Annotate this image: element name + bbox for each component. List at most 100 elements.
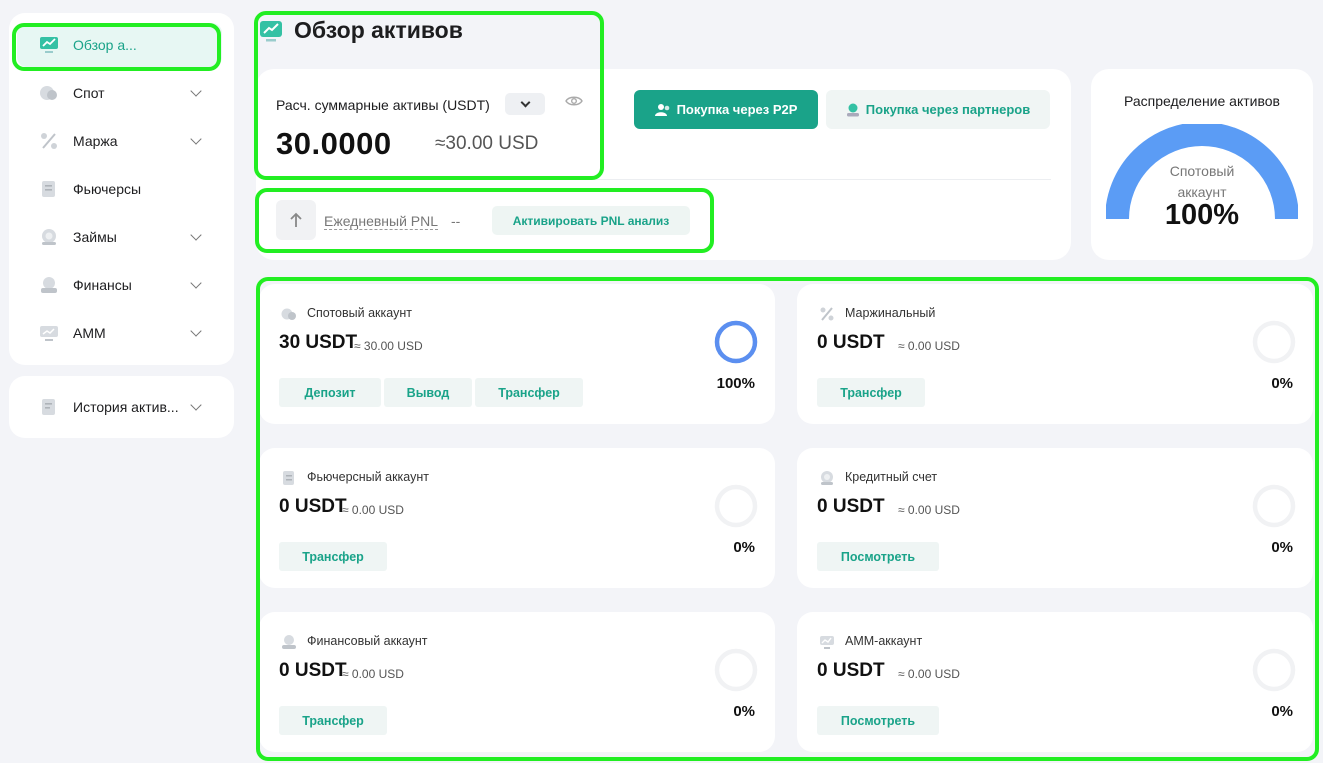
account-usd: ≈ 30.00 USD <box>354 339 423 353</box>
total-assets-label: Расч. суммарные активы (USDT) <box>276 97 490 113</box>
chart-icon <box>39 36 59 54</box>
account-action-button[interactable]: Трансфер <box>475 378 583 407</box>
account-usd: ≈ 0.00 USD <box>342 667 404 681</box>
account-actions: Трансфер <box>279 706 387 735</box>
sidebar-item-finance[interactable]: Финансы <box>9 263 234 307</box>
account-percent: 0% <box>1271 539 1293 556</box>
account-value: 0 USDT <box>817 496 885 517</box>
finance-icon <box>281 634 297 650</box>
account-action-button[interactable]: Трансфер <box>279 706 387 735</box>
distribution-label-line1: Спотовый <box>1169 163 1235 179</box>
account-action-button[interactable]: Посмотреть <box>817 542 939 571</box>
account-share-ring <box>714 648 758 692</box>
sidebar-item-loans[interactable]: Займы <box>9 215 234 259</box>
chevron-down-icon <box>520 97 530 107</box>
account-usd: ≈ 0.00 USD <box>898 503 960 517</box>
account-share-ring <box>714 484 758 528</box>
account-card: Кредитный счет 0 USDT ≈ 0.00 USD Посмотреть… <box>797 448 1313 588</box>
percent-icon <box>39 132 59 150</box>
coins-icon <box>281 306 297 322</box>
distribution-account-label: Спотовый аккаунт <box>1091 161 1313 203</box>
account-action-button[interactable]: Посмотреть <box>817 706 939 735</box>
account-name: AMM-аккаунт <box>845 634 923 648</box>
buy-p2p-button[interactable]: Покупка через P2P <box>634 90 818 129</box>
sidebar-item-label: AMM <box>73 325 106 341</box>
sidebar-history: История актив... <box>9 376 234 438</box>
currency-select[interactable] <box>505 93 545 115</box>
total-assets-value: 30.0000 <box>276 126 392 161</box>
account-action-button[interactable]: Трансфер <box>279 542 387 571</box>
account-share-ring <box>714 320 758 364</box>
sidebar-item-futures[interactable]: Фьючерсы <box>9 167 234 211</box>
daily-pnl-value: -- <box>451 213 461 229</box>
partner-icon <box>846 103 859 116</box>
account-name: Фьючерсный аккаунт <box>307 470 429 484</box>
account-share-ring <box>1252 648 1296 692</box>
sidebar-item-label: История актив... <box>73 399 179 415</box>
account-percent: 100% <box>716 375 755 392</box>
percent-icon <box>819 306 835 322</box>
account-value: 0 USDT <box>279 660 347 681</box>
account-actions: Посмотреть <box>817 542 939 571</box>
account-percent: 0% <box>1271 703 1293 720</box>
chevron-down-icon <box>190 399 202 411</box>
sidebar-item-amm[interactable]: AMM <box>9 311 234 355</box>
document-icon <box>39 180 59 198</box>
arrow-up-icon <box>276 200 316 240</box>
buy-partner-button[interactable]: Покупка через партнеров <box>826 90 1050 129</box>
daily-pnl-label[interactable]: Ежедневный PNL <box>324 213 439 230</box>
total-assets-card: Расч. суммарные активы (USDT) 30.0000 ≈3… <box>256 69 1071 260</box>
buy-p2p-label: Покупка через P2P <box>676 102 798 117</box>
account-percent: 0% <box>733 539 755 556</box>
sidebar-item-label: Финансы <box>73 277 132 293</box>
eye-icon[interactable] <box>565 95 583 107</box>
history-icon <box>39 398 59 416</box>
distribution-percent: 100% <box>1164 199 1240 231</box>
sidebar-item-label: Маржа <box>73 133 118 149</box>
sidebar-item-history[interactable]: История актив... <box>9 385 234 429</box>
buy-partner-label: Покупка через партнеров <box>865 102 1031 117</box>
account-usd: ≈ 0.00 USD <box>342 503 404 517</box>
chevron-down-icon <box>190 325 202 337</box>
account-value: 0 USDT <box>817 332 885 353</box>
account-value: 0 USDT <box>817 660 885 681</box>
account-usd: ≈ 0.00 USD <box>898 667 960 681</box>
sidebar-item-label: Спот <box>73 85 105 101</box>
sidebar-item-margin[interactable]: Маржа <box>9 119 234 163</box>
account-value: 0 USDT <box>279 496 347 517</box>
distribution-title: Распределение активов <box>1124 93 1280 109</box>
account-card: Финансовый аккаунт 0 USDT ≈ 0.00 USD Трансф… <box>259 612 775 752</box>
account-card: AMM-аккаунт 0 USDT ≈ 0.00 USD Посмотреть 0% <box>797 612 1313 752</box>
account-action-button[interactable]: Трансфер <box>817 378 925 407</box>
activate-pnl-button[interactable]: Активировать PNL анализ <box>492 206 690 235</box>
asset-distribution-card: Распределение активов Спотовый аккаунт 1… <box>1091 69 1313 260</box>
account-value: 30 USDT <box>279 332 358 353</box>
account-name: Маржинальный <box>845 306 936 320</box>
sidebar-item-label: Обзор а... <box>73 37 137 53</box>
account-actions: Трансфер <box>279 542 387 571</box>
page-title: Обзор активов <box>294 17 463 43</box>
account-actions: Трансфер <box>817 378 925 407</box>
account-percent: 0% <box>733 703 755 720</box>
account-actions: Депозит Вывод Трансфер <box>279 378 583 407</box>
sidebar-item-label: Фьючерсы <box>73 181 142 197</box>
monitor-icon <box>39 324 59 342</box>
account-share-ring <box>1252 320 1296 364</box>
sidebar-item-spot[interactable]: Спот <box>9 71 234 115</box>
account-action-button[interactable]: Депозит <box>279 378 381 407</box>
document-icon <box>281 470 297 486</box>
account-card: Фьючерсный аккаунт 0 USDT ≈ 0.00 USD Трансф… <box>259 448 775 588</box>
account-card: Маржинальный 0 USDT ≈ 0.00 USD Трансфер 0% <box>797 284 1313 424</box>
sidebar-item-overview[interactable]: Обзор а... <box>17 23 222 67</box>
account-action-button[interactable]: Вывод <box>384 378 472 407</box>
account-percent: 0% <box>1271 375 1293 392</box>
loan-icon <box>819 470 835 486</box>
loan-icon <box>39 228 59 246</box>
chevron-down-icon <box>190 229 202 241</box>
account-name: Кредитный счет <box>845 470 938 484</box>
coins-icon <box>39 84 59 102</box>
chart-icon <box>260 21 282 42</box>
chevron-down-icon <box>190 277 202 289</box>
divider <box>276 179 1051 180</box>
users-icon <box>654 103 669 116</box>
